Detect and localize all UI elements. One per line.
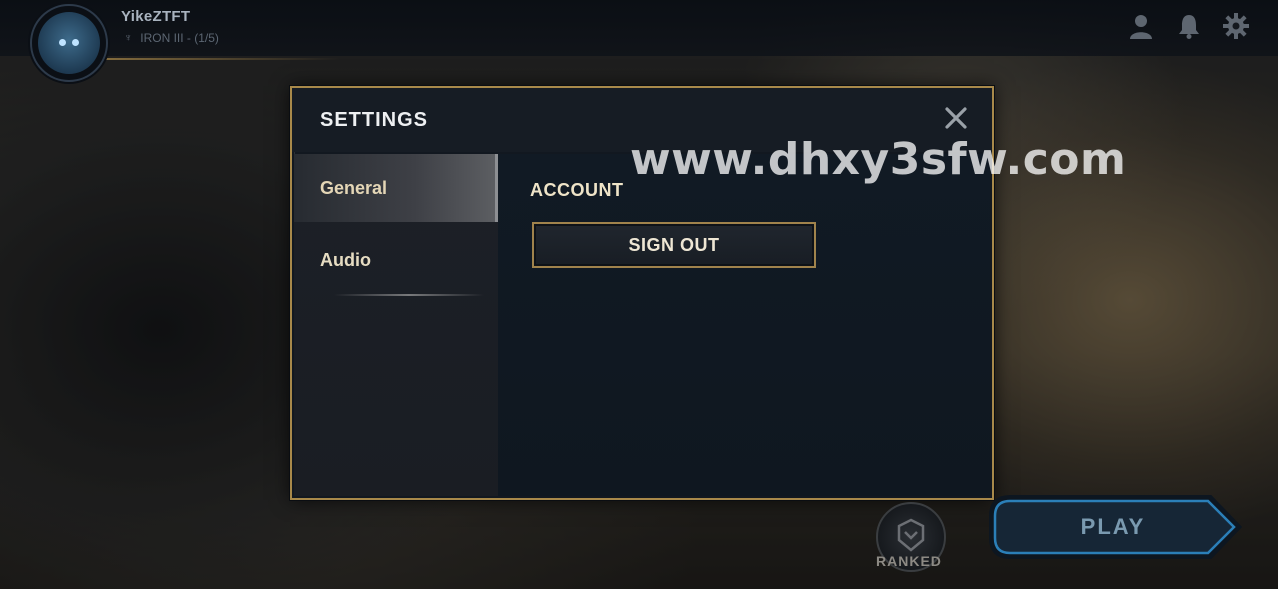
close-button[interactable] [942,104,970,132]
ranked-label: RANKED [876,553,942,569]
sidebar-divider [334,294,484,296]
tab-general-label: General [320,177,388,198]
game-lobby-screen: YikeZTFT ♆ IRON III - (1/5) SETTINGS Gen… [0,0,1278,589]
sign-out-button[interactable]: SIGN OUT [532,222,816,268]
username: YikeZTFT [121,8,191,25]
top-bar-accent-line [100,58,340,60]
top-bar [0,0,1278,56]
avatar-eye-left [59,39,66,46]
avatar[interactable] [38,12,100,74]
tab-audio[interactable]: Audio [294,226,498,294]
settings-sidebar: General Audio [294,154,498,496]
play-button[interactable]: PLAY [988,494,1243,560]
settings-title: SETTINGS [320,109,429,131]
settings-content: ACCOUNT SIGN OUT [498,154,990,496]
settings-dialog: SETTINGS General Audio ACCOUNT SIGN OUT [290,86,994,500]
gear-icon[interactable] [1222,12,1250,40]
rank-row: ♆ IRON III - (1/5) [124,31,219,45]
close-icon[interactable] [942,104,970,132]
tab-general[interactable]: General [294,154,498,222]
rank-emblem-icon: ♆ [124,32,133,44]
profile-icon[interactable] [1127,12,1155,40]
bell-icon[interactable] [1175,12,1203,40]
play-label: PLAY [1080,514,1146,539]
rank-text: IRON III - (1/5) [140,31,219,45]
settings-dialog-header: SETTINGS [292,88,992,152]
avatar-eye-right [72,39,79,46]
tab-audio-label: Audio [320,249,371,270]
account-section-label: ACCOUNT [530,180,624,200]
